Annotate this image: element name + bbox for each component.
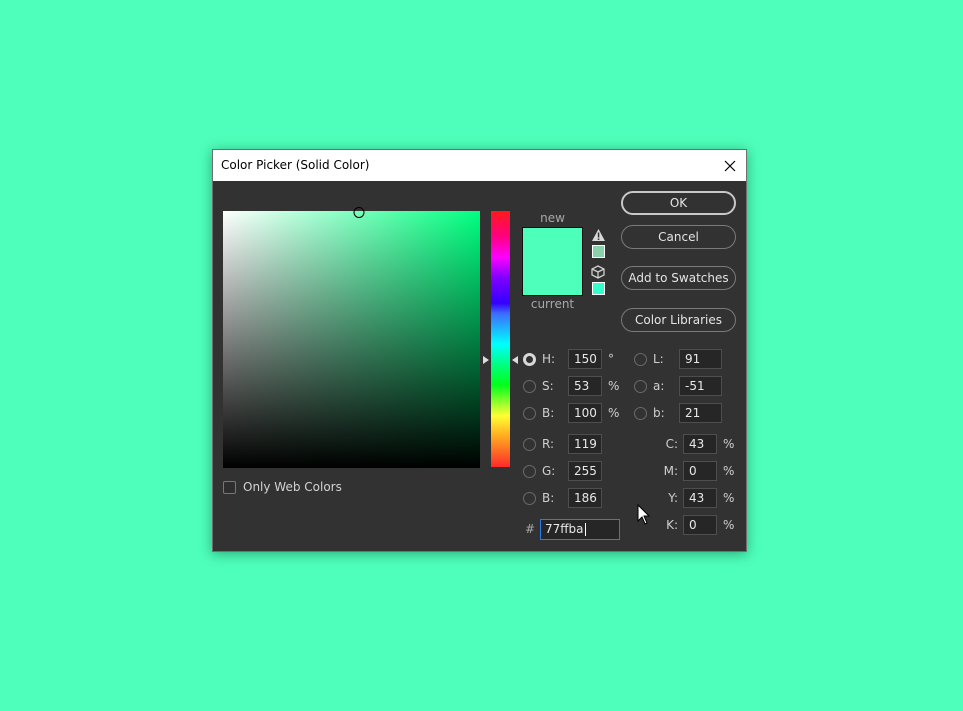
cyan-input[interactable]: 43 (683, 434, 717, 454)
text-caret (584, 523, 586, 536)
color-preview (522, 227, 583, 296)
out-of-gamut-swatch[interactable] (592, 245, 605, 258)
title-bar: Color Picker (Solid Color) (213, 150, 746, 181)
hex-label: # (525, 522, 536, 536)
brightness-label: B: (542, 406, 555, 420)
red-label: R: (542, 437, 555, 451)
hue-slider-left-arrow[interactable] (483, 356, 489, 364)
current-label: current (530, 297, 575, 311)
add-to-swatches-button[interactable]: Add to Swatches (621, 266, 736, 290)
hue-input[interactable]: 150 (568, 349, 602, 369)
mouse-pointer-icon (637, 504, 651, 525)
red-row: R: 119 (523, 434, 602, 454)
lab-l-radio[interactable] (634, 352, 647, 366)
red-input[interactable]: 119 (568, 434, 602, 454)
green-row: G: 255 (523, 461, 602, 481)
web-safe-swatch[interactable] (592, 282, 605, 295)
lab-l-row: L: 91 (634, 349, 722, 369)
yellow-row: Y: 43 % (654, 488, 734, 508)
black-label: K: (666, 518, 678, 532)
magenta-label: M: (663, 464, 678, 478)
checkbox-box[interactable] (223, 480, 236, 494)
color-field-marker[interactable] (353, 207, 365, 218)
saturation-radio[interactable] (523, 379, 536, 393)
cyan-row: C: 43 % (654, 434, 734, 454)
cancel-button[interactable]: Cancel (621, 225, 736, 249)
blue-radio[interactable] (523, 491, 536, 505)
lab-a-input[interactable]: -51 (679, 376, 722, 396)
ok-button[interactable]: OK (621, 191, 736, 215)
color-libraries-button[interactable]: Color Libraries (621, 308, 736, 332)
lab-b-input[interactable]: 21 (679, 403, 722, 423)
blue-row: B: 186 (523, 488, 602, 508)
lab-l-label: L: (653, 352, 664, 366)
hue-slider-right-arrow[interactable] (512, 356, 518, 364)
yellow-label: Y: (668, 491, 678, 505)
magenta-input[interactable]: 0 (683, 461, 717, 481)
lab-a-radio[interactable] (634, 379, 647, 393)
green-radio[interactable] (523, 464, 536, 478)
green-input[interactable]: 255 (568, 461, 602, 481)
hex-input[interactable]: 77ffba (540, 519, 620, 540)
yellow-unit: % (723, 491, 735, 505)
color-field[interactable] (223, 207, 480, 468)
lab-b-radio[interactable] (634, 406, 647, 420)
only-web-colors-label: Only Web Colors (243, 480, 342, 494)
out-of-gamut-warning-icon[interactable] (591, 228, 606, 242)
hue-unit: ° (608, 352, 614, 366)
lab-l-input[interactable]: 91 (679, 349, 722, 369)
hex-value: 77ffba (545, 522, 584, 536)
cyan-label: C: (665, 437, 678, 451)
red-radio[interactable] (523, 437, 536, 451)
brightness-row: B: 100 % (523, 403, 619, 423)
current-color-swatch[interactable] (523, 261, 582, 295)
brightness-unit: % (608, 406, 620, 420)
web-safe-cube-icon[interactable] (591, 265, 605, 279)
close-icon (724, 160, 736, 171)
yellow-input[interactable]: 43 (683, 488, 717, 508)
new-label: new (540, 211, 565, 225)
lab-b-row: b: 21 (634, 403, 722, 423)
cyan-unit: % (723, 437, 735, 451)
color-picker-dialog: Color Picker (Solid Color) Only Web Colo… (212, 149, 747, 552)
black-unit: % (723, 518, 735, 532)
hue-label: H: (542, 352, 556, 366)
only-web-colors-checkbox[interactable]: Only Web Colors (223, 480, 342, 494)
black-input[interactable]: 0 (683, 515, 717, 535)
lab-a-label: a: (653, 379, 665, 393)
black-row: K: 0 % (654, 515, 734, 535)
saturation-label: S: (542, 379, 554, 393)
saturation-unit: % (608, 379, 620, 393)
green-label: G: (542, 464, 556, 478)
lab-b-label: b: (653, 406, 665, 420)
saturation-row: S: 53 % (523, 376, 619, 396)
saturation-input[interactable]: 53 (568, 376, 602, 396)
hue-row: H: 150 ° (523, 349, 614, 369)
new-color-swatch (523, 228, 582, 262)
lab-a-row: a: -51 (634, 376, 722, 396)
blue-label: B: (542, 491, 555, 505)
brightness-input[interactable]: 100 (568, 403, 602, 423)
blue-input[interactable]: 186 (568, 488, 602, 508)
brightness-radio[interactable] (523, 406, 536, 420)
color-field-black-gradient (223, 211, 480, 468)
magenta-row: M: 0 % (654, 461, 734, 481)
close-button[interactable] (714, 150, 746, 181)
hue-slider[interactable] (491, 211, 510, 467)
magenta-unit: % (723, 464, 735, 478)
hue-radio[interactable] (523, 352, 536, 366)
dialog-title: Color Picker (Solid Color) (221, 158, 370, 172)
